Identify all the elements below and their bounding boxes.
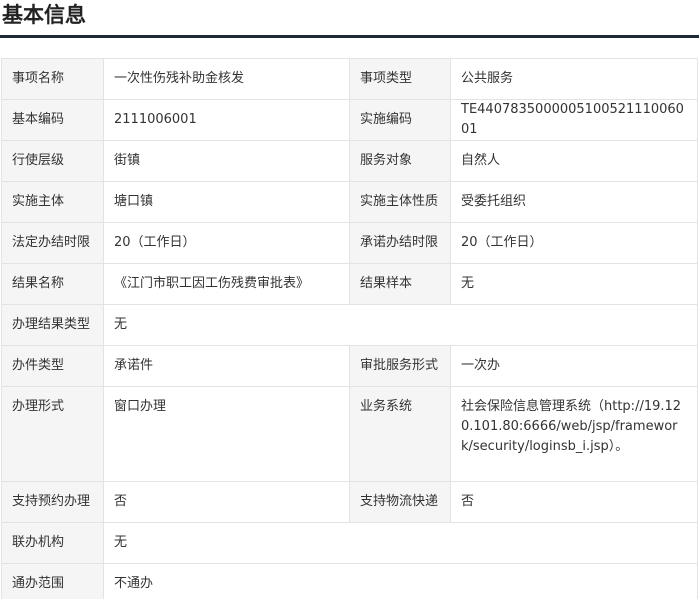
field-value: 街镇	[103, 140, 350, 182]
field-label: 实施主体性质	[349, 181, 451, 223]
field-value: 否	[450, 481, 698, 523]
table-row: 法定办结时限 20（工作日） 承诺办结时限 20（工作日）	[1, 222, 698, 264]
field-value: 《江门市职工因工伤残费审批表》	[103, 263, 350, 305]
page-title: 基本信息	[2, 3, 86, 27]
field-value: 20（工作日）	[103, 222, 350, 264]
field-value: 承诺件	[103, 345, 350, 387]
table-row: 支持预约办理 否 支持物流快递 否	[1, 481, 698, 523]
field-value: 无	[103, 522, 698, 564]
field-label: 业务系统	[349, 386, 451, 482]
field-value: 一次性伤残补助金核发	[103, 58, 350, 100]
field-value: 自然人	[450, 140, 698, 182]
table-row: 办件类型 承诺件 审批服务形式 一次办	[1, 345, 698, 387]
field-label: 事项名称	[1, 58, 104, 100]
table-row: 事项名称 一次性伤残补助金核发 事项类型 公共服务	[1, 58, 698, 100]
field-label: 行使层级	[1, 140, 104, 182]
field-label: 结果样本	[349, 263, 451, 305]
table-row: 结果名称 《江门市职工因工伤残费审批表》 结果样本 无	[1, 263, 698, 305]
field-label: 办理结果类型	[1, 304, 104, 346]
table-row: 联办机构 无	[1, 522, 698, 564]
field-label: 实施编码	[349, 99, 451, 141]
field-value: 一次办	[450, 345, 698, 387]
table-row: 基本编码 2111006001 实施编码 TE44078350000051005…	[1, 99, 698, 141]
table-row: 实施主体 塘口镇 实施主体性质 受委托组织	[1, 181, 698, 223]
field-value: 窗口办理	[103, 386, 350, 482]
field-label: 结果名称	[1, 263, 104, 305]
page: 基本信息 事项名称 一次性伤残补助金核发 事项类型 公共服务 基本编码 2111…	[0, 0, 699, 599]
field-label: 法定办结时限	[1, 222, 104, 264]
field-label: 服务对象	[349, 140, 451, 182]
field-value: 无	[103, 304, 698, 346]
table-row: 办理结果类型 无	[1, 304, 698, 346]
field-value: 塘口镇	[103, 181, 350, 223]
field-label: 办理形式	[1, 386, 104, 482]
field-label: 办件类型	[1, 345, 104, 387]
field-label: 审批服务形式	[349, 345, 451, 387]
field-value: TE440783500000510052111006001	[450, 99, 698, 141]
business-system-value: 社会保险信息管理系统（http://19.120.101.80:6666/web…	[450, 386, 698, 482]
field-value: 2111006001	[103, 99, 350, 141]
table-row: 办理形式 窗口办理 业务系统 社会保险信息管理系统（http://19.120.…	[1, 386, 698, 482]
title-underline	[0, 35, 699, 38]
field-label: 承诺办结时限	[349, 222, 451, 264]
table-row: 行使层级 街镇 服务对象 自然人	[1, 140, 698, 182]
section-header: 基本信息	[0, 0, 699, 40]
field-label: 支持物流快递	[349, 481, 451, 523]
field-label: 事项类型	[349, 58, 451, 100]
field-value: 20（工作日）	[450, 222, 698, 264]
field-label: 通办范围	[1, 563, 104, 599]
field-value: 不通办	[103, 563, 698, 599]
field-value: 否	[103, 481, 350, 523]
field-label: 支持预约办理	[1, 481, 104, 523]
field-value: 公共服务	[450, 58, 698, 100]
field-label: 基本编码	[1, 99, 104, 141]
field-label: 联办机构	[1, 522, 104, 564]
info-table: 事项名称 一次性伤残补助金核发 事项类型 公共服务 基本编码 211100600…	[1, 58, 698, 599]
field-value: 受委托组织	[450, 181, 698, 223]
table-row: 通办范围 不通办	[1, 563, 698, 599]
field-value: 无	[450, 263, 698, 305]
field-label: 实施主体	[1, 181, 104, 223]
